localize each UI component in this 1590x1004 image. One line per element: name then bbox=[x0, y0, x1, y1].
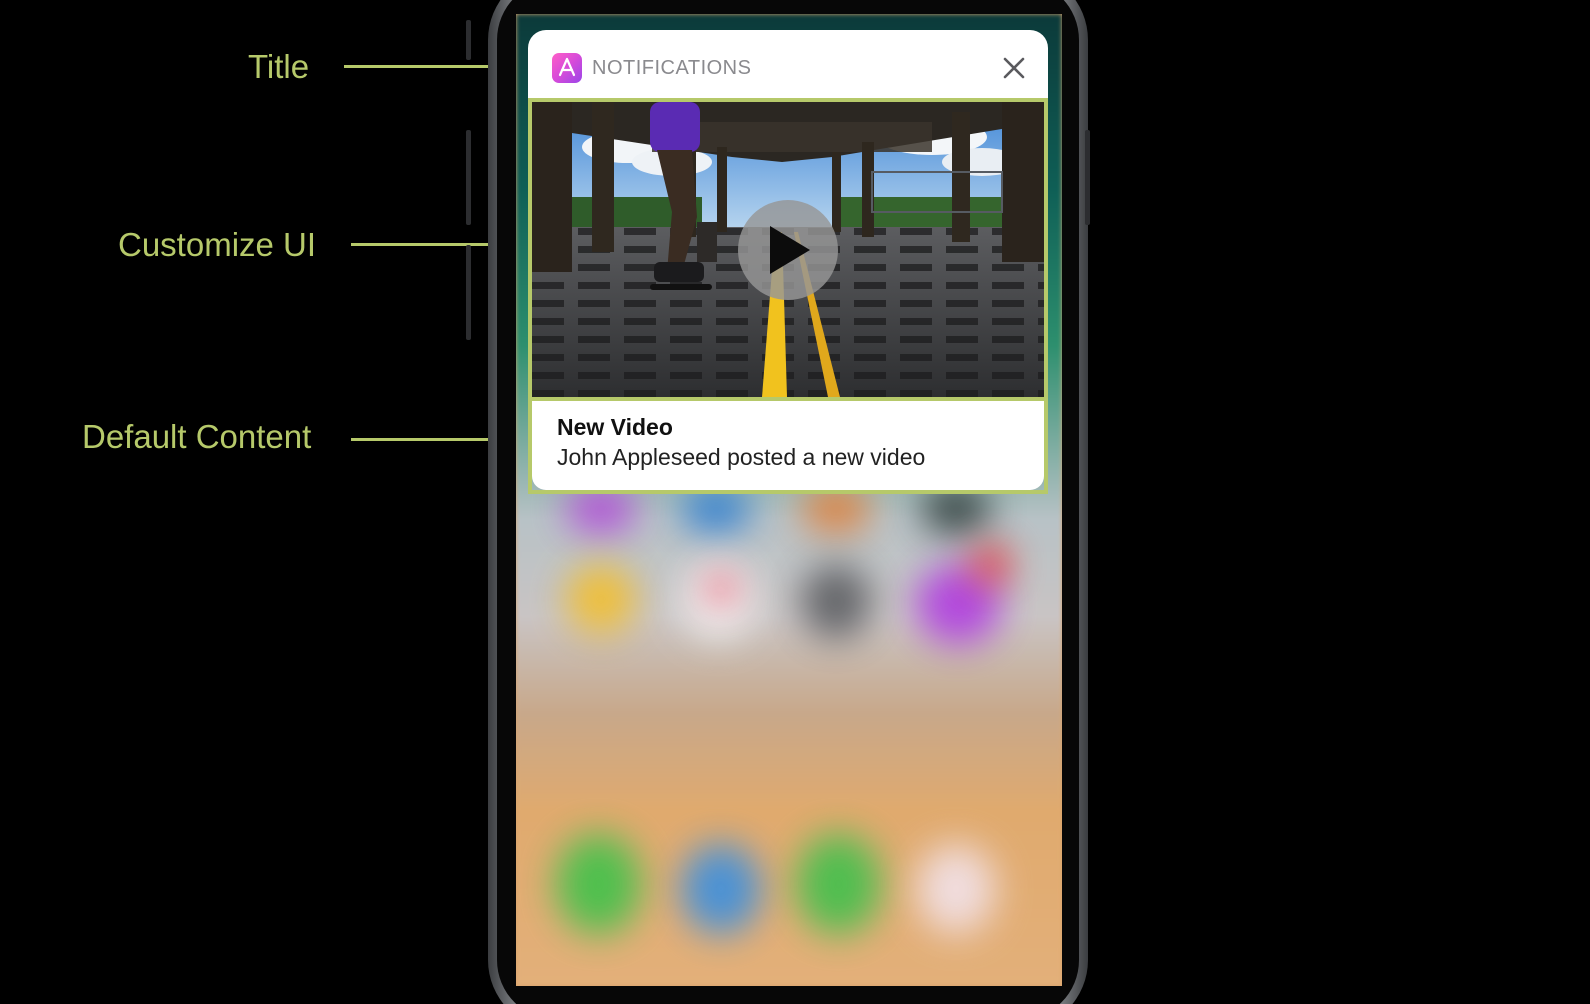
annotation-title-label: Title bbox=[248, 48, 310, 85]
blurred-badge bbox=[971, 544, 1011, 584]
content-divider bbox=[528, 397, 1048, 401]
slide-canvas: Title Customize UI Default Content NOTIF… bbox=[0, 0, 1590, 1004]
blurred-app-icon bbox=[921, 484, 991, 534]
blurred-app-icon bbox=[801, 564, 871, 639]
play-icon bbox=[770, 226, 810, 274]
blurred-app-icon bbox=[681, 484, 751, 534]
blurred-app-icon bbox=[566, 564, 636, 634]
notification-app-name: NOTIFICATIONS bbox=[592, 57, 752, 79]
notification-title: New Video bbox=[557, 414, 673, 440]
blurred-app-icon bbox=[801, 484, 871, 534]
volume-up-button bbox=[466, 130, 471, 225]
blurred-dock-icon bbox=[681, 844, 761, 934]
notification-message: John Appleseed posted a new video bbox=[557, 444, 926, 470]
volume-down-button bbox=[466, 245, 471, 340]
blurred-app-icon bbox=[706, 574, 736, 604]
app-store-icon bbox=[552, 53, 582, 83]
blurred-dock-icon bbox=[796, 834, 881, 934]
mute-switch bbox=[466, 20, 471, 60]
close-button[interactable] bbox=[1000, 54, 1028, 82]
blurred-dock-icon bbox=[556, 834, 641, 934]
blurred-dock-icon bbox=[916, 844, 996, 934]
blurred-app-icon bbox=[566, 484, 636, 534]
annotation-customize-ui-label: Customize UI bbox=[118, 226, 317, 263]
close-icon bbox=[1003, 57, 1025, 79]
annotation-default-content-label: Default Content bbox=[82, 418, 312, 455]
play-button[interactable] bbox=[738, 200, 838, 300]
side-power-button bbox=[1085, 130, 1090, 225]
